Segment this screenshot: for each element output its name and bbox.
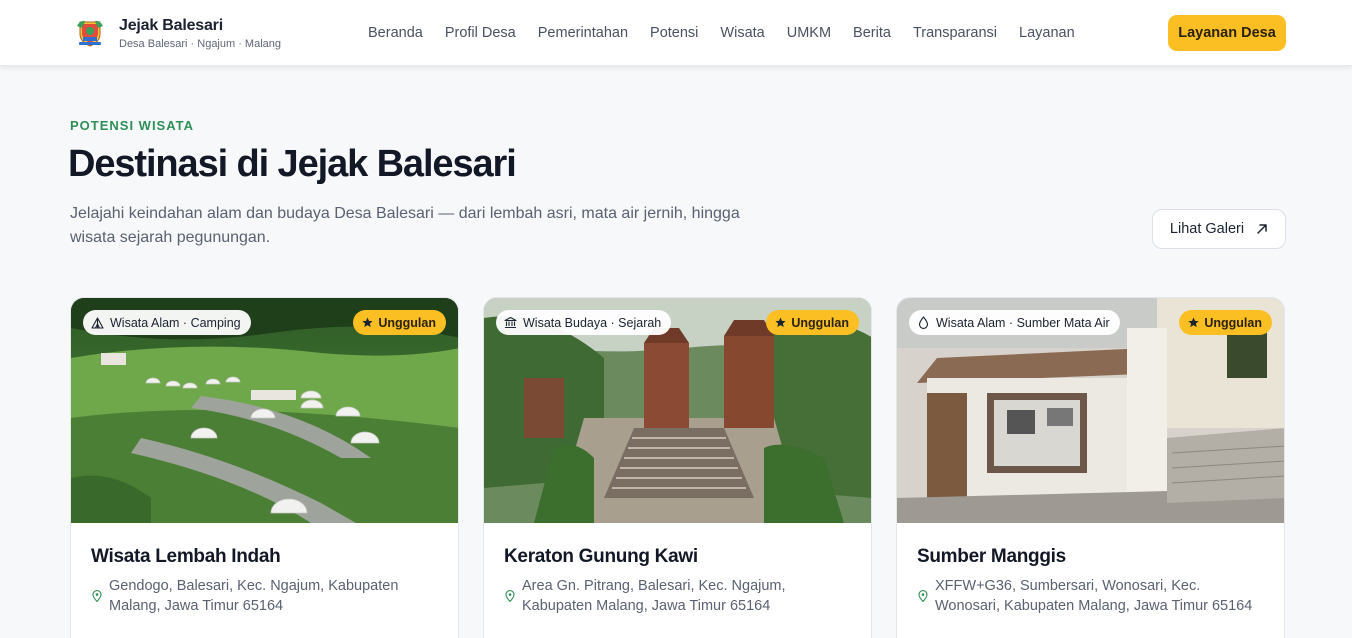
nav-wisata[interactable]: Wisata	[720, 25, 764, 41]
star-icon	[1188, 317, 1199, 328]
nav-beranda[interactable]: Beranda	[368, 25, 423, 41]
featured-label: Unggulan	[378, 315, 436, 330]
destination-address: XFFW+G36, Sumbersari, Wonosari, Kec. Won…	[918, 576, 1268, 616]
star-icon	[775, 317, 786, 328]
site-header: Jejak Balesari Desa Balesari · Ngajum · …	[0, 0, 1352, 66]
destination-title: Sumber Manggis	[917, 546, 1066, 567]
section-title: Destinasi di Jejak Balesari	[68, 143, 517, 185]
address-text: XFFW+G36, Sumbersari, Wonosari, Kec. Won…	[935, 578, 1253, 614]
nav-pemerintahan[interactable]: Pemerintahan	[538, 25, 628, 41]
address-text: Gendogo, Balesari, Kec. Ngajum, Kabupate…	[109, 578, 399, 614]
map-pin-icon	[918, 590, 928, 602]
category-badge: Wisata Alam · Camping	[83, 310, 251, 335]
landmark-icon	[504, 316, 517, 329]
nav-transparansi[interactable]: Transparansi	[913, 25, 997, 41]
destination-card[interactable]: Wisata Alam · Camping Unggulan Wisata Le…	[70, 297, 459, 638]
village-crest-logo[interactable]	[74, 16, 106, 48]
category-badge: Wisata Alam · Sumber Mata Air	[909, 310, 1120, 335]
destination-address: Gendogo, Balesari, Kec. Ngajum, Kabupate…	[92, 576, 442, 616]
category-label: Wisata Alam · Camping	[110, 315, 241, 330]
star-icon	[362, 317, 373, 328]
nav-potensi[interactable]: Potensi	[650, 25, 698, 41]
featured-label: Unggulan	[791, 315, 849, 330]
map-pin-icon	[505, 590, 515, 602]
featured-label: Unggulan	[1204, 315, 1262, 330]
nav-umkm[interactable]: UMKM	[787, 25, 831, 41]
destination-title: Wisata Lembah Indah	[91, 546, 281, 567]
featured-badge: Unggulan	[353, 310, 446, 335]
address-text: Area Gn. Pitrang, Balesari, Kec. Ngajum,…	[522, 578, 786, 614]
brand-name[interactable]: Jejak Balesari	[119, 17, 223, 35]
lihat-galeri-label: Lihat Galeri	[1169, 221, 1245, 237]
tent-icon	[91, 317, 104, 329]
featured-badge: Unggulan	[1179, 310, 1272, 335]
category-label: Wisata Budaya · Sejarah	[523, 315, 662, 330]
nav-layanan[interactable]: Layanan	[1019, 25, 1075, 41]
category-label: Wisata Alam · Sumber Mata Air	[936, 315, 1110, 330]
layanan-desa-button[interactable]: Layanan Desa	[1168, 15, 1286, 51]
arrow-up-right-icon	[1257, 224, 1267, 234]
droplet-icon	[918, 316, 929, 329]
section-description: Jelajahi keindahan alam dan budaya Desa …	[70, 205, 740, 246]
destination-card[interactable]: Wisata Alam · Sumber Mata Air Unggulan S…	[896, 297, 1285, 638]
category-badge: Wisata Budaya · Sejarah	[496, 310, 672, 335]
lihat-galeri-button[interactable]: Lihat Galeri	[1152, 209, 1286, 249]
featured-badge: Unggulan	[766, 310, 859, 335]
nav-profil-desa[interactable]: Profil Desa	[445, 25, 516, 41]
main-nav: Beranda Profil Desa Pemerintahan Potensi…	[368, 25, 1075, 41]
nav-berita[interactable]: Berita	[853, 25, 891, 41]
map-pin-icon	[92, 590, 102, 602]
destination-address: Area Gn. Pitrang, Balesari, Kec. Ngajum,…	[505, 576, 855, 616]
destination-card[interactable]: Wisata Budaya · Sejarah Unggulan Keraton…	[483, 297, 872, 638]
brand-subtitle: Desa Balesari · Ngajum · Malang	[119, 38, 282, 50]
destination-title: Keraton Gunung Kawi	[504, 546, 698, 567]
section-eyebrow: POTENSI WISATA	[70, 118, 195, 133]
